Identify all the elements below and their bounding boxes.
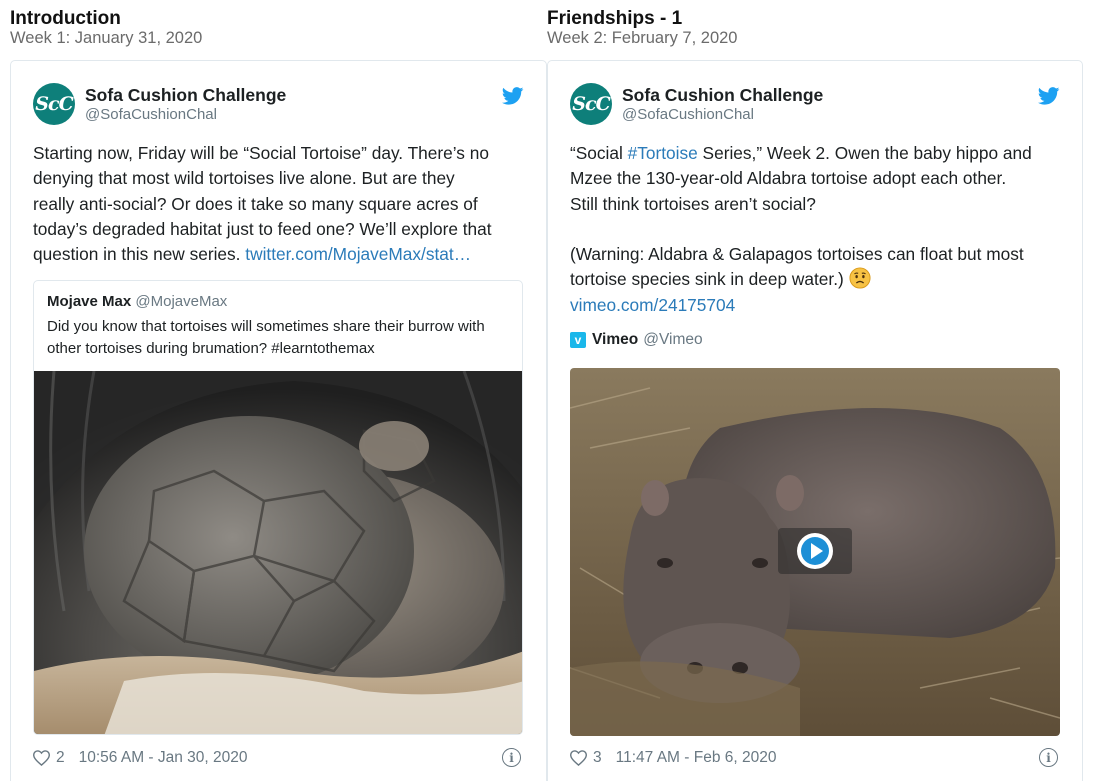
tweet-text: Starting now, Friday will be “Social Tor…: [33, 141, 529, 267]
tweet-text-line: really anti-social? Or does it take so m…: [33, 193, 478, 214]
twitter-bird-icon[interactable]: [1038, 87, 1060, 105]
tortoises-in-burrow-photo[interactable]: [34, 371, 523, 735]
play-icon: [797, 533, 833, 569]
section-title: Introduction: [10, 8, 121, 29]
tweet-card[interactable]: ScC Sofa Cushion Challenge @SofaCushionC…: [547, 60, 1083, 781]
quoted-tweet-text: Did you know that tortoises will sometim…: [47, 318, 485, 357]
tweet-text-line: vimeo.com/24175704: [570, 293, 1066, 318]
like-count[interactable]: 2: [56, 749, 65, 767]
tweet-text: “Social #Tortoise Series,” Week 2. Owen …: [570, 141, 1066, 318]
play-button[interactable]: [778, 528, 852, 574]
tweet-text-line: (Warning: Aldabra & Galapagos tortoises …: [570, 244, 1024, 265]
text-fragment: “Social: [570, 143, 628, 163]
tweet-text-line: Still think tortoises aren’t social?: [570, 193, 816, 214]
section-subtitle: Week 1: January 31, 2020: [10, 29, 203, 47]
quoted-tweet[interactable]: Mojave Max @MojaveMax Did you know that …: [33, 280, 523, 735]
tweet-card[interactable]: ScC Sofa Cushion Challenge @SofaCushionC…: [10, 60, 547, 781]
quoted-tweet-header: Mojave Max @MojaveMax: [47, 293, 227, 310]
tweet-text-line: Starting now, Friday will be “Social Tor…: [33, 143, 489, 163]
tweet-text-line: today’s degraded habitat just to feed on…: [33, 218, 492, 239]
like-heart-icon[interactable]: [33, 750, 50, 766]
like-count[interactable]: 3: [593, 749, 602, 767]
embed-provider-name[interactable]: Vimeo: [592, 331, 638, 349]
quoted-tweet-link[interactable]: twitter.com/MojaveMax/stat…: [245, 244, 471, 264]
quoted-author-name[interactable]: Mojave Max: [47, 293, 131, 310]
tweet-text-line: “Social #Tortoise Series,” Week 2. Owen …: [570, 141, 1066, 166]
avatar[interactable]: ScC: [570, 83, 612, 125]
author-handle[interactable]: @SofaCushionChal: [622, 106, 754, 123]
text-fragment: Series,” Week 2. Owen the baby hippo and: [697, 143, 1032, 163]
tweet-text-line: tortoise species sink in deep water.): [570, 267, 1066, 292]
info-icon[interactable]: i: [1039, 748, 1058, 767]
info-icon[interactable]: i: [502, 748, 521, 767]
tweet-timestamp[interactable]: 11:47 AM - Feb 6, 2020: [616, 749, 777, 767]
vimeo-link[interactable]: vimeo.com/24175704: [570, 295, 735, 315]
author-handle[interactable]: @SofaCushionChal: [85, 106, 217, 123]
worried-face-icon: [849, 267, 871, 290]
section-subtitle: Week 2: February 7, 2020: [547, 29, 738, 47]
tweet-footer: 2 10:56 AM - Jan 30, 2020 i: [33, 747, 521, 769]
twitter-bird-icon[interactable]: [502, 87, 524, 105]
video-embed[interactable]: [570, 368, 1060, 736]
author-name[interactable]: Sofa Cushion Challenge: [85, 85, 286, 106]
hashtag-link[interactable]: #Tortoise: [628, 143, 698, 163]
embed-provider-handle[interactable]: @Vimeo: [643, 331, 702, 349]
avatar[interactable]: ScC: [33, 83, 75, 125]
vimeo-logo-icon: v: [570, 332, 586, 348]
section-title: Friendships - 1: [547, 8, 683, 29]
quoted-author-handle[interactable]: @MojaveMax: [135, 293, 227, 310]
embed-provider[interactable]: v Vimeo @Vimeo: [570, 331, 703, 349]
tweet-footer: 3 11:47 AM - Feb 6, 2020 i: [570, 747, 1058, 769]
like-heart-icon[interactable]: [570, 750, 587, 766]
tweet-text-line: question in this new series.: [33, 244, 246, 265]
tweet-timestamp[interactable]: 10:56 AM - Jan 30, 2020: [79, 749, 248, 767]
author-name[interactable]: Sofa Cushion Challenge: [622, 85, 823, 106]
tweet-text-line: Mzee the 130-year-old Aldabra tortoise a…: [570, 168, 1007, 189]
text-fragment: tortoise species sink in deep water.): [570, 269, 849, 290]
tweet-text-line: denying that most wild tortoises live al…: [33, 168, 455, 189]
